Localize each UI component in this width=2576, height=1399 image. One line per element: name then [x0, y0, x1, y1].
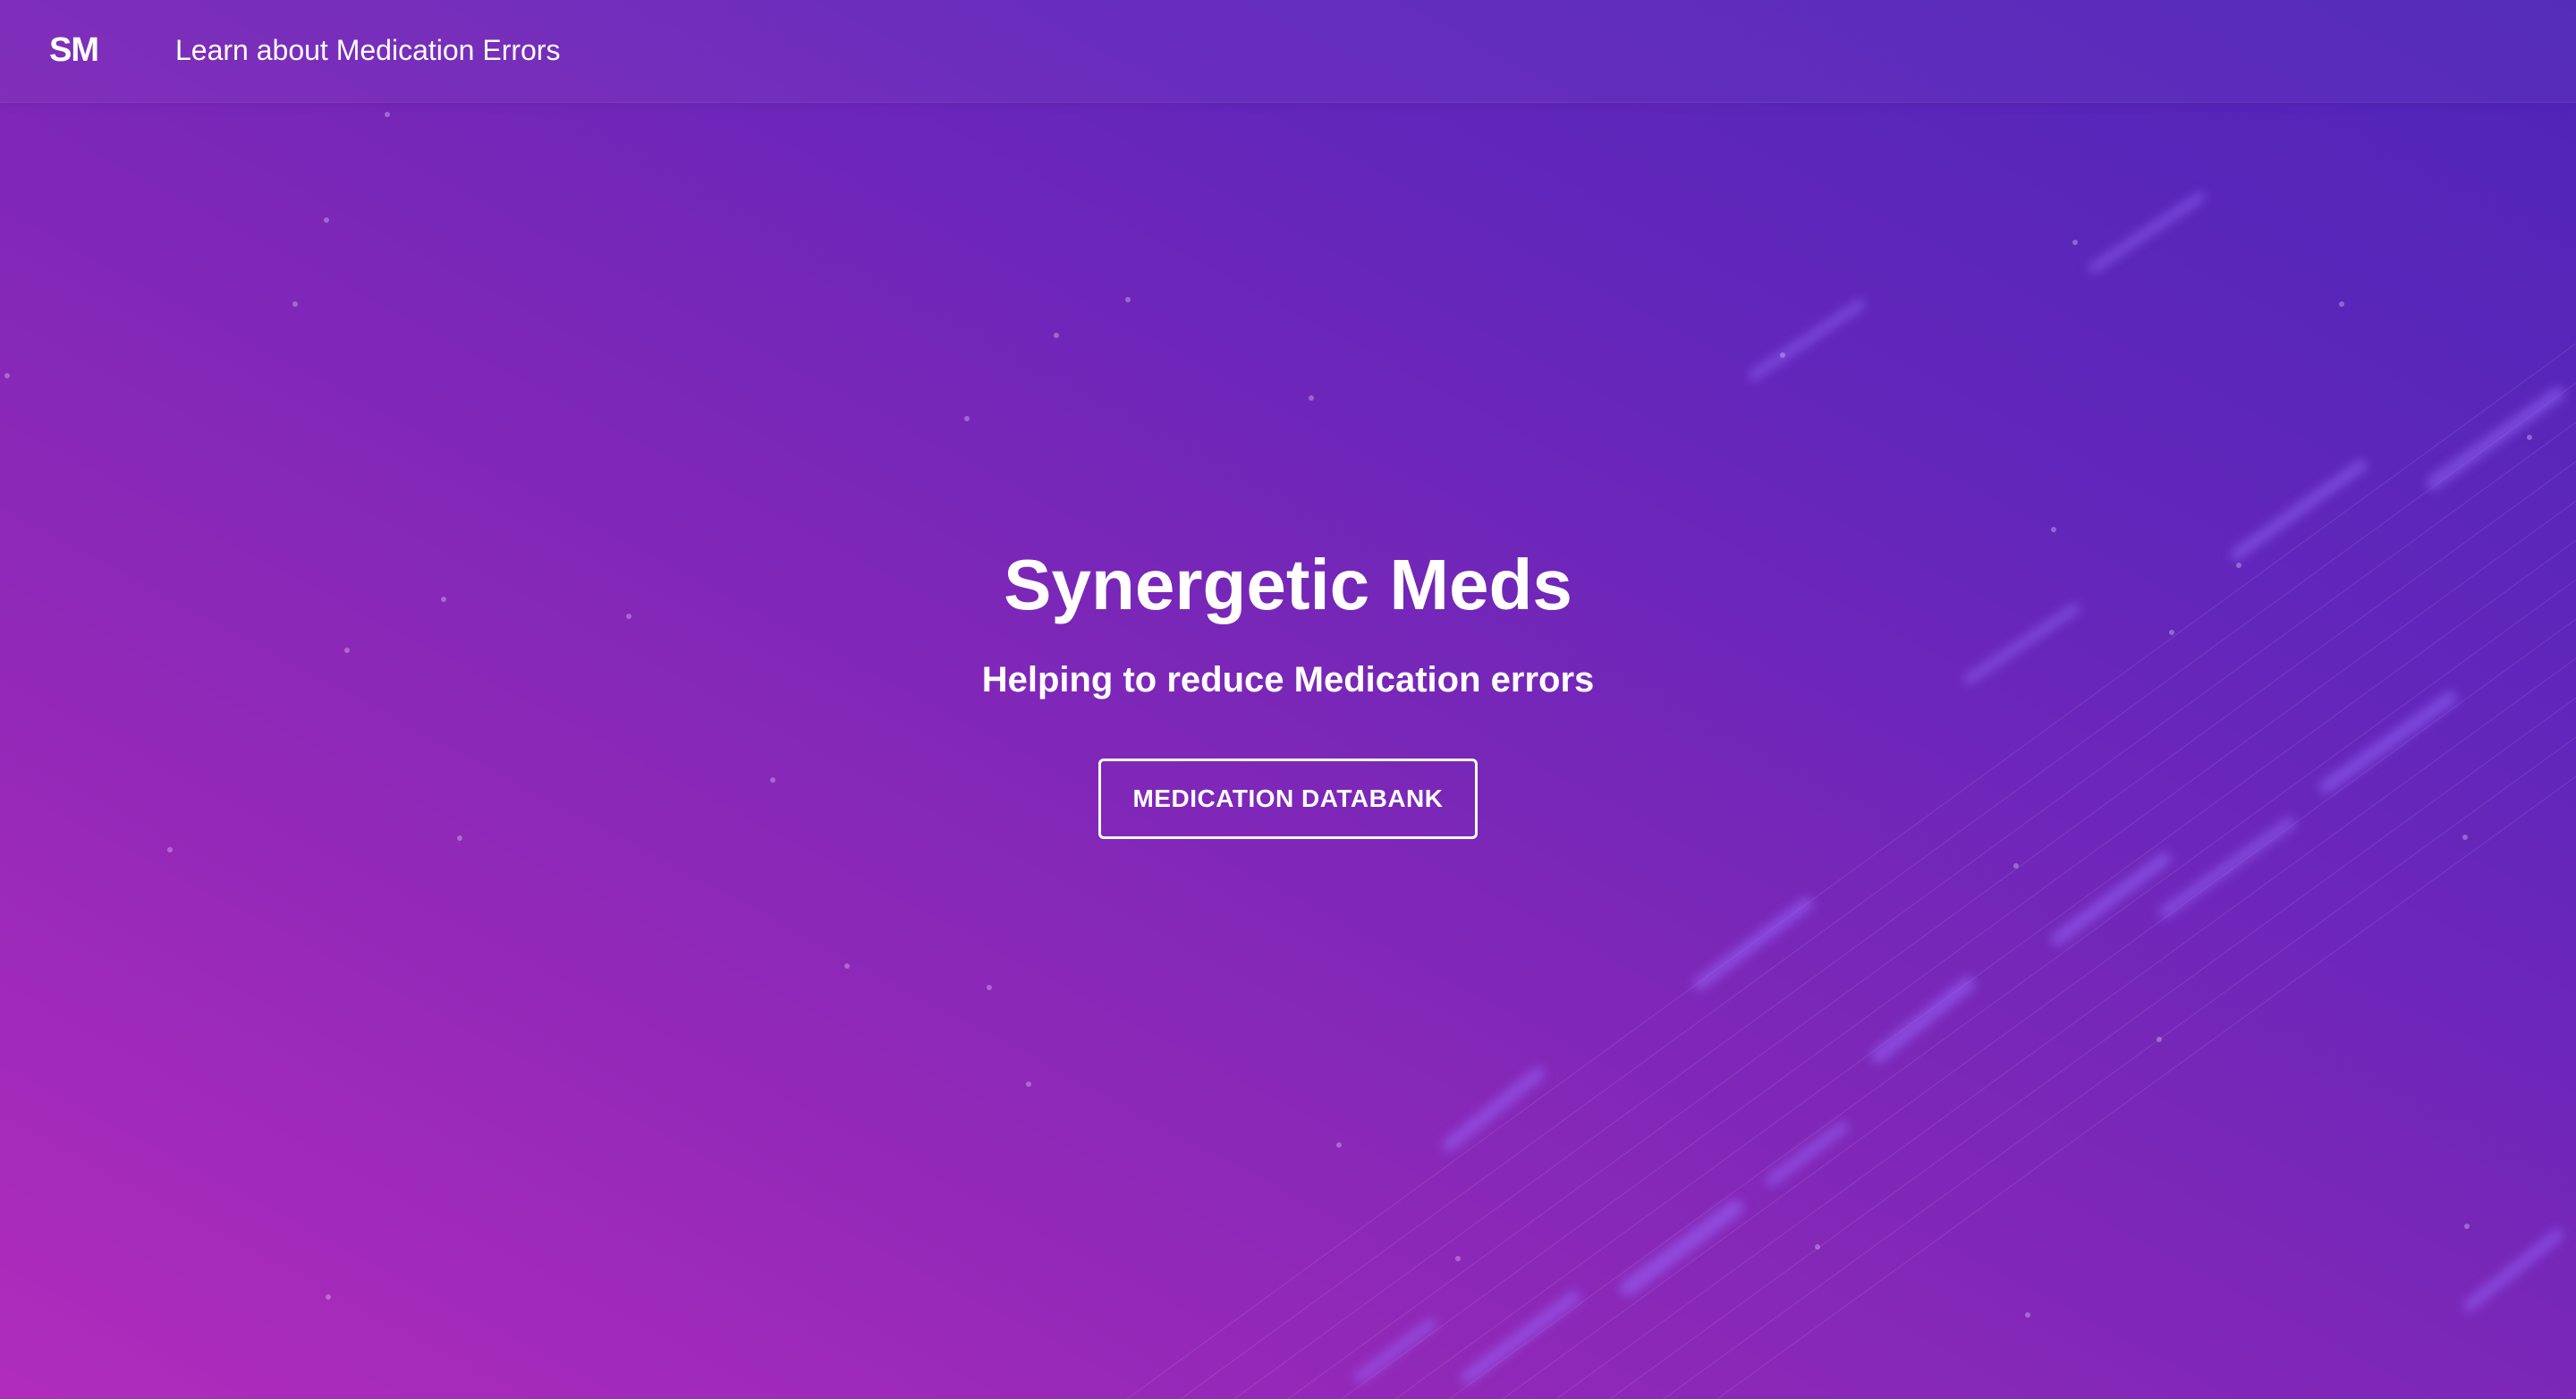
hero-section: Synergetic Meds Helping to reduce Medica…: [0, 0, 2576, 1399]
hero-subtitle: Helping to reduce Medication errors: [981, 660, 1595, 700]
medication-databank-button[interactable]: MEDICATION DATABANK: [1098, 759, 1478, 839]
hero-title: Synergetic Meds: [1004, 545, 1572, 624]
